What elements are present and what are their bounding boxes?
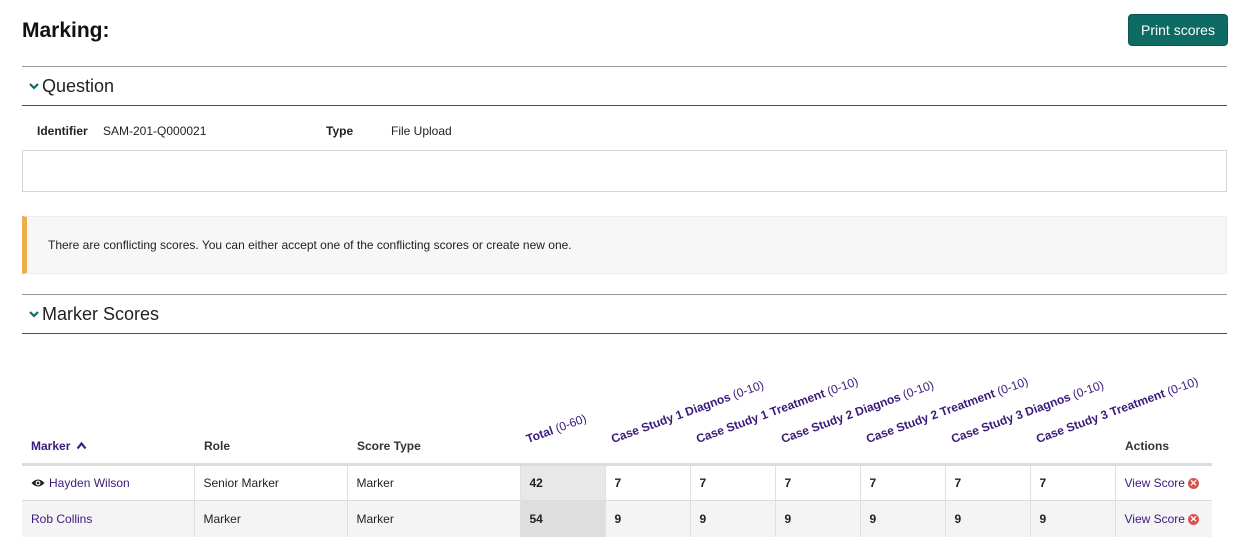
- marker-column-label: Marker: [31, 439, 71, 453]
- chevron-down-icon: [29, 83, 39, 90]
- identifier-label: Identifier: [37, 124, 88, 138]
- total-cell: 54: [520, 500, 606, 537]
- conflict-alert: There are conflicting scores. You can ei…: [22, 216, 1227, 274]
- score-cell: 7: [775, 463, 861, 501]
- remove-score-icon[interactable]: ✕: [1187, 478, 1199, 489]
- actions-cell: View Score ✕: [1115, 463, 1212, 501]
- identifier-value: SAM-201-Q000021: [103, 124, 207, 138]
- score-cell: 9: [775, 500, 861, 537]
- role-cell: Senior Marker: [194, 463, 348, 501]
- total-cell: 42: [520, 463, 606, 501]
- cs1-treatment-column-header[interactable]: Case Study 1 Treatment (0-10): [694, 374, 860, 446]
- cs2-treatment-column-header[interactable]: Case Study 2 Treatment (0-10): [864, 374, 1030, 446]
- marker-column-header[interactable]: Marker: [31, 439, 87, 453]
- marker-name-link[interactable]: Rob Collins: [31, 512, 92, 526]
- view-score-link[interactable]: View Score: [1125, 512, 1185, 526]
- score-cell: 7: [860, 463, 946, 501]
- cs3-treatment-column-header[interactable]: Case Study 3 Treatment (0-10): [1034, 374, 1200, 446]
- type-label: Type: [326, 124, 354, 138]
- marker-scores-table: Hayden Wilson Senior Marker Marker 42 7 …: [22, 463, 1212, 537]
- score-type-cell: Marker: [347, 500, 521, 537]
- cs1-diagnos-column-header[interactable]: Case Study 1 Diagnos (0-10): [609, 378, 765, 446]
- score-cell: 9: [860, 500, 946, 537]
- total-column-header[interactable]: Total (0-60): [524, 411, 588, 446]
- score-type-column-header: Score Type: [357, 439, 421, 453]
- table-row: Hayden Wilson Senior Marker Marker 42 7 …: [22, 463, 1212, 501]
- score-type-cell: Marker: [347, 463, 521, 501]
- chevron-down-icon: [29, 311, 39, 318]
- score-cell: 9: [605, 500, 691, 537]
- score-cell: 7: [690, 463, 776, 501]
- print-scores-button[interactable]: Print scores: [1128, 14, 1228, 46]
- score-cell: 9: [1030, 500, 1116, 537]
- question-section-title: Question: [42, 76, 115, 96]
- marker-scores-section-header[interactable]: Marker Scores: [22, 294, 1227, 334]
- score-cell: 9: [690, 500, 776, 537]
- marker-cell: Rob Collins: [22, 500, 195, 537]
- score-cell: 7: [1030, 463, 1116, 501]
- conflict-alert-text: There are conflicting scores. You can ei…: [48, 238, 572, 252]
- actions-cell: View Score ✕: [1115, 500, 1212, 537]
- remove-score-icon[interactable]: ✕: [1187, 513, 1199, 525]
- score-cell: 7: [605, 463, 691, 501]
- question-content-box: [22, 150, 1227, 192]
- actions-column-header: Actions: [1125, 439, 1170, 453]
- page-title: Marking:: [22, 19, 110, 42]
- eye-icon: [31, 479, 45, 487]
- marker-name-link[interactable]: Hayden Wilson: [49, 476, 130, 490]
- sort-ascending-icon: [76, 441, 87, 450]
- question-section-header[interactable]: Question: [22, 66, 1227, 106]
- role-cell: Marker: [194, 500, 348, 537]
- role-column-header: Role: [204, 439, 231, 453]
- marker-cell: Hayden Wilson: [22, 463, 195, 501]
- type-value: File Upload: [391, 124, 452, 138]
- view-score-link[interactable]: View Score: [1125, 476, 1185, 490]
- marker-scores-section-title: Marker Scores: [42, 304, 160, 324]
- table-row: Rob Collins Marker Marker 54 9 9 9 9 9 9…: [22, 500, 1212, 537]
- score-cell: 9: [945, 500, 1031, 537]
- score-cell: 7: [945, 463, 1031, 501]
